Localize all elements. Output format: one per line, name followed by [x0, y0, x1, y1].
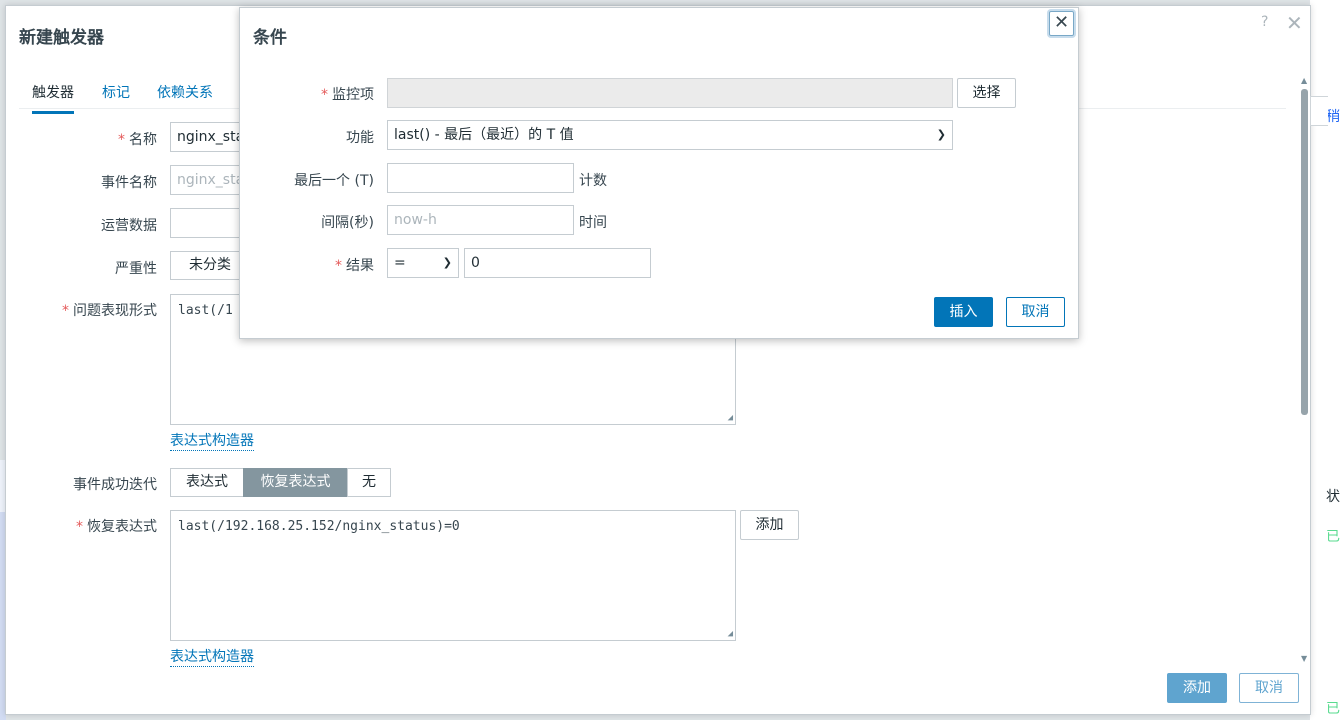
required-marker: *: [335, 258, 342, 274]
resize-grip-icon[interactable]: ◢: [728, 413, 733, 423]
recovery-add-button[interactable]: 添加: [740, 510, 799, 540]
name-label-text: 名称: [129, 132, 157, 148]
close-icon[interactable]: ✕: [1286, 11, 1303, 35]
background-text: 已: [1326, 701, 1340, 717]
close-icon[interactable]: ✕: [1049, 11, 1074, 36]
required-marker: *: [62, 303, 69, 319]
background-text: 状: [1326, 489, 1340, 505]
result-label-text: 结果: [346, 258, 374, 274]
operational-data-input[interactable]: [170, 208, 250, 238]
tab-tags[interactable]: 标记: [102, 82, 130, 102]
background-text: 已: [1326, 529, 1340, 545]
last-t-label: 最后一个 (T): [294, 173, 374, 189]
recovery-expression-label: * 恢复表达式: [6, 516, 157, 536]
cancel-button[interactable]: 取消: [1239, 673, 1299, 703]
tab-trigger[interactable]: 触发器: [32, 82, 74, 114]
dialog-title: 新建触发器: [19, 28, 104, 48]
ok-event-option-expression[interactable]: 表达式: [170, 468, 244, 497]
recovery-expression-textarea[interactable]: last(/192.168.25.152/nginx_status)=0 ◢: [170, 510, 736, 641]
function-label: 功能: [346, 130, 374, 146]
condition-dialog-title: 条件: [253, 28, 287, 48]
chevron-down-icon: ❯: [442, 256, 452, 269]
recovery-expression-builder-link[interactable]: 表达式构造器: [170, 646, 254, 667]
chevron-down-icon: ❯: [936, 128, 946, 141]
scrollbar-thumb[interactable]: [1301, 89, 1308, 415]
ok-event-option-recovery-expression[interactable]: 恢复表达式: [243, 468, 348, 497]
background-text: 稍: [1326, 109, 1340, 125]
result-operator-select[interactable]: = ❯: [387, 248, 459, 278]
item-input[interactable]: [387, 78, 953, 108]
result-operator-value: =: [394, 255, 406, 271]
condition-cancel-button[interactable]: 取消: [1006, 297, 1065, 327]
problem-expression-label-text: 问题表现形式: [73, 303, 157, 319]
resize-grip-icon[interactable]: ◢: [728, 629, 733, 639]
item-label-text: 监控项: [332, 87, 374, 103]
last-t-unit: 计数: [579, 173, 607, 189]
scrollbar[interactable]: ▲ ▼: [1300, 76, 1310, 666]
expression-builder-link[interactable]: 表达式构造器: [170, 430, 254, 451]
tab-dependencies[interactable]: 依赖关系: [157, 82, 213, 102]
event-name-input[interactable]: nginx_sta: [170, 165, 250, 195]
item-label: * 监控项: [240, 84, 374, 104]
interval-label: 间隔(秒): [321, 215, 374, 231]
result-label: * 结果: [240, 255, 374, 275]
ok-event-option-none[interactable]: 无: [347, 468, 391, 497]
add-button[interactable]: 添加: [1167, 673, 1227, 703]
event-name-label: 事件名称: [101, 175, 157, 191]
select-item-button[interactable]: 选择: [957, 78, 1016, 108]
ok-event-generation-label: 事件成功迭代: [73, 477, 157, 493]
severity-label: 严重性: [115, 261, 157, 277]
name-label: * 名称: [6, 129, 157, 149]
function-select-value: last() - 最后（最近）的 T 值: [394, 127, 574, 143]
help-icon[interactable]: ?: [1261, 14, 1268, 30]
background-input-edge: [1310, 96, 1328, 126]
recovery-expression-text: last(/192.168.25.152/nginx_status)=0: [178, 519, 460, 534]
scroll-up-icon[interactable]: ▲: [1301, 76, 1307, 85]
recovery-expression-label-text: 恢复表达式: [87, 519, 157, 535]
operational-data-label: 运营数据: [101, 218, 157, 234]
scroll-down-icon[interactable]: ▼: [1301, 654, 1307, 663]
function-select[interactable]: last() - 最后（最近）的 T 值 ❯: [387, 120, 953, 150]
problem-expression-label: * 问题表现形式: [6, 300, 157, 320]
required-marker: *: [76, 519, 83, 535]
interval-unit: 时间: [579, 215, 607, 231]
problem-expression-text: last(/1: [178, 303, 233, 318]
interval-input[interactable]: now-h: [387, 205, 574, 235]
required-marker: *: [321, 87, 328, 103]
condition-dialog: 条件 ✕ * 监控项 选择 功能 last() - 最后（最近）的 T 值 ❯ 最后…: [239, 7, 1079, 339]
required-marker: *: [118, 132, 125, 148]
last-t-input[interactable]: [387, 163, 574, 193]
name-input[interactable]: nginx_sta: [170, 122, 250, 152]
result-value-input[interactable]: 0: [464, 248, 651, 278]
severity-not-classified[interactable]: 未分类: [170, 251, 250, 280]
insert-button[interactable]: 插入: [934, 297, 993, 327]
